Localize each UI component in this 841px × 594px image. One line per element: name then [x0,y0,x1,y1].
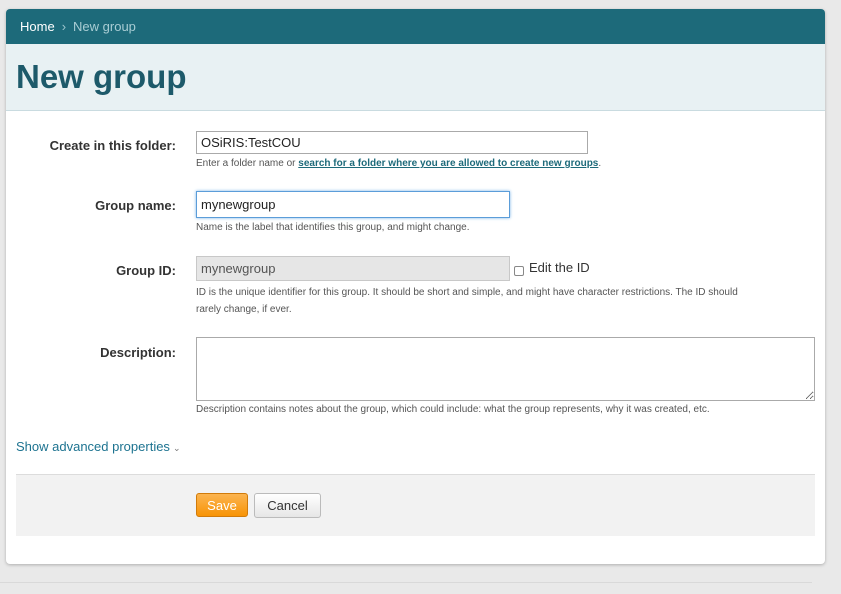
folder-help: Enter a folder name or search for a fold… [196,155,601,172]
save-button[interactable]: Save [196,493,248,517]
breadcrumb: Home › New group [6,9,825,44]
page-title: New group [16,58,187,95]
folder-label: Create in this folder: [49,138,176,153]
group-name-label: Group name: [95,198,176,213]
show-advanced-link[interactable]: Show advanced properties ⌄ [16,439,180,454]
form-actions: Save Cancel [16,474,815,536]
group-id-help: ID is the unique identifier for this gro… [196,284,738,318]
group-id-input[interactable] [196,256,510,281]
show-advanced-label: Show advanced properties [16,439,170,454]
breadcrumb-home-link[interactable]: Home [20,19,55,34]
folder-input[interactable] [196,131,588,154]
description-label: Description: [100,345,176,360]
edit-id-label: Edit the ID [529,260,590,275]
breadcrumb-current: New group [73,19,136,34]
page-divider [0,582,812,583]
folder-help-suffix: . [598,158,602,169]
group-id-help-line1: ID is the unique identifier for this gro… [196,287,738,298]
description-help: Description contains notes about the gro… [196,404,710,415]
group-name-help: Name is the label that identifies this g… [196,222,470,233]
breadcrumb-separator-icon: › [61,19,67,34]
title-bar: New group [6,44,825,111]
group-id-help-line2: rarely change, if ever. [196,304,292,315]
group-id-label: Group ID: [116,263,176,278]
edit-id-checkbox[interactable] [514,266,524,276]
main-panel: Home › New group New group Create in thi… [6,9,825,564]
cancel-button[interactable]: Cancel [254,493,321,518]
folder-help-text: Enter a folder name or [196,158,299,169]
folder-search-link[interactable]: search for a folder where you are allowe… [298,158,598,169]
chevron-down-icon: ⌄ [172,443,181,453]
description-textarea[interactable] [196,337,815,401]
group-name-input[interactable] [196,191,510,218]
